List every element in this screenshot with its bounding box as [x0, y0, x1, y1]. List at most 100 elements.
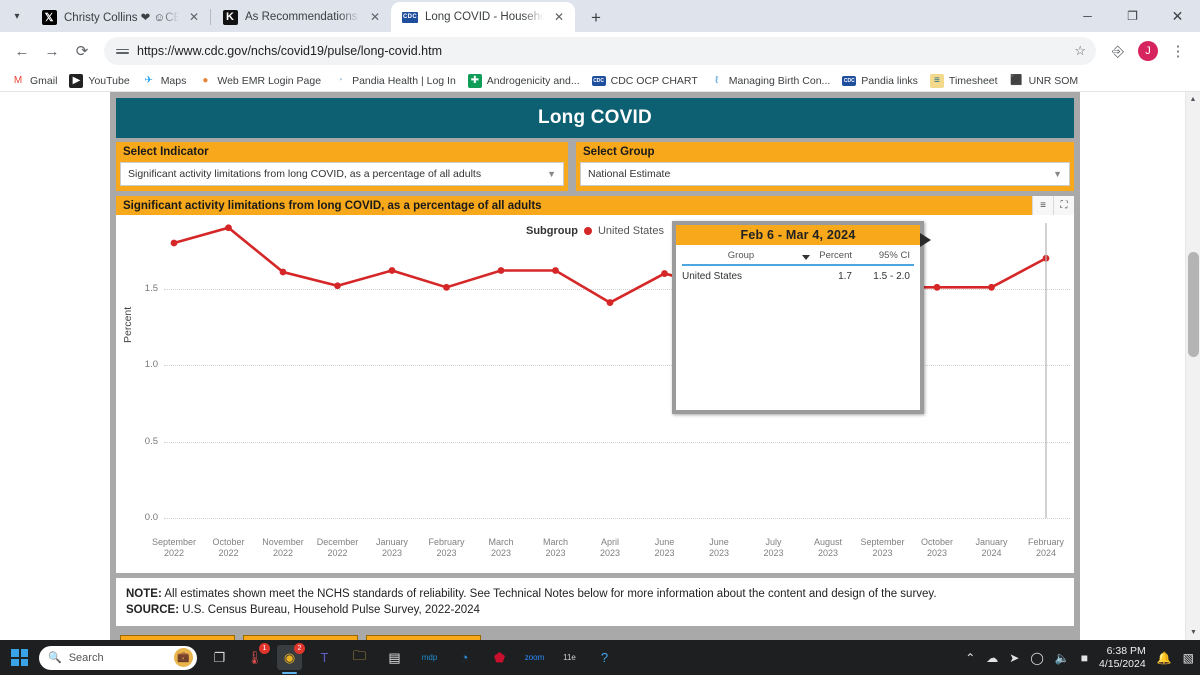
tab-close-icon[interactable]: ✕ — [551, 10, 567, 24]
chrome-menu-icon[interactable]: ⋮ — [1164, 37, 1192, 65]
windows-start-icon[interactable] — [11, 649, 28, 666]
chrome-icon[interactable]: ◉ 2 — [277, 643, 305, 674]
list-menu-icon[interactable]: ≡ — [1032, 196, 1053, 215]
speaker-icon[interactable]: 🔈 — [1055, 651, 1070, 665]
bookmark-star-icon[interactable]: ☆ — [1074, 43, 1086, 59]
select-indicator-dropdown[interactable]: Significant activity limitations from lo… — [120, 162, 564, 186]
profile-avatar[interactable]: J — [1134, 37, 1162, 65]
bookmark-label: Pandia links — [861, 74, 918, 87]
minimize-button[interactable]: ─ — [1065, 0, 1110, 32]
browser-tab-1[interactable]: 𝕏 Christy Collins ❤ ☺CEASEFIR ✕ — [30, 2, 210, 32]
chevron-down-icon[interactable]: ▼ — [1053, 169, 1062, 179]
tooltip-pointer-icon — [920, 233, 931, 247]
reload-icon[interactable]: ⟳ — [68, 37, 96, 65]
mdp-app-icon[interactable]: mdp — [417, 645, 442, 670]
note-text: All estimates shown meet the NCHS standa… — [161, 588, 937, 600]
bookmark-item[interactable]: CDC Pandia links — [837, 73, 923, 89]
youtube-icon: ▶ — [69, 73, 84, 88]
expand-icon[interactable]: ⛶ — [1053, 196, 1074, 215]
wifi-icon[interactable]: ◯ — [1030, 651, 1043, 665]
bookmark-item[interactable]: ≡ Timesheet — [925, 72, 1003, 90]
tooltip-cell-group: United States — [682, 271, 743, 282]
colorful-app-icon[interactable]: ▧ — [1183, 651, 1194, 665]
scrollbar-thumb[interactable] — [1188, 252, 1199, 357]
chevron-down-icon[interactable]: ▼ — [547, 169, 556, 179]
bookmark-item[interactable]: ● Web EMR Login Page — [193, 72, 326, 90]
cdc-logo-icon: CDC — [402, 9, 418, 25]
briefcase-icon[interactable]: 💼 — [174, 648, 193, 667]
bookmark-item[interactable]: ✚ Androgenicity and... — [463, 72, 585, 90]
browser-window: ▾ 𝕏 Christy Collins ❤ ☺CEASEFIR ✕ K As R… — [0, 0, 1200, 640]
mcafee-icon[interactable]: ⬟ — [487, 645, 512, 670]
bookmark-item[interactable]: ✈ Maps — [137, 72, 192, 90]
cdc-dashboard: Long COVID Select Indicator Significant … — [110, 92, 1080, 640]
tab-close-icon[interactable]: ✕ — [186, 10, 202, 24]
bell-icon[interactable]: 🔔 — [1157, 651, 1172, 665]
thermometer-app-icon[interactable]: 🌡 1 — [242, 643, 270, 670]
scroll-down-icon[interactable]: ▼ — [1186, 625, 1200, 640]
chart-card: Significant activity limitations from lo… — [116, 196, 1074, 573]
windows-taskbar: 🔍 Search 💼 ❐ 🌡 1 ◉ 2 T 🗀 ▤ mdp ◔ ⬟ zoom 11e? ⌃ ☁ ➤ ◯… — [0, 640, 1200, 675]
source-line: SOURCE: U.S. Census Bureau, Household Pu… — [126, 602, 1064, 618]
bookmark-label: Web EMR Login Page — [217, 74, 322, 87]
maximize-button[interactable]: ❐ — [1110, 0, 1155, 32]
chart-title: Significant activity limitations from lo… — [123, 199, 542, 212]
tooltip-header-row: Group Percent 95% CI — [676, 245, 920, 263]
page-scrollbar[interactable]: ▲ ▼ — [1185, 92, 1200, 640]
select-group-card: Select Group National Estimate ▼ — [576, 142, 1074, 191]
new-tab-button[interactable]: + — [583, 8, 609, 28]
battery-icon[interactable]: ■ — [1081, 651, 1088, 665]
extensions-icon[interactable]: ⎆ — [1104, 37, 1132, 65]
microsoft-store-icon[interactable]: ▤ — [382, 645, 407, 670]
site-settings-icon[interactable] — [116, 48, 129, 54]
tab-search-chevron-icon[interactable]: ▾ — [4, 2, 30, 30]
bookmark-item[interactable]: ⬛ UNR SOM — [1005, 72, 1084, 90]
clock-date: 4/15/2024 — [1098, 657, 1146, 670]
select-group-dropdown[interactable]: National Estimate ▼ — [580, 162, 1070, 186]
bookmark-label: Pandia Health | Log In — [352, 74, 456, 87]
location-arrow-icon[interactable]: ➤ — [1009, 651, 1019, 665]
x-axis-tick: September 2023 — [860, 537, 905, 558]
bookmark-item[interactable]: ◔ Pandia Health | Log In — [328, 72, 461, 90]
x-axis-tick: April 2023 — [599, 537, 621, 558]
bookmark-item[interactable]: CDC CDC OCP CHART — [587, 73, 703, 89]
bookmark-item[interactable]: M Gmail — [6, 72, 62, 90]
forward-icon[interactable]: → — [38, 37, 66, 65]
tray-chevron-icon[interactable]: ⌃ — [965, 651, 975, 665]
browser-toolbar: ← → ⟳ https://www.cdc.gov/nchs/covid19/p… — [0, 32, 1200, 70]
back-icon[interactable]: ← — [8, 37, 36, 65]
tooltip-col-group: Group — [727, 250, 755, 261]
x-axis-tick: March 2023 — [488, 537, 514, 558]
page-title: Long COVID — [116, 98, 1074, 138]
taskbar-clock[interactable]: 6:38 PM 4/15/2024 — [1099, 645, 1146, 671]
tab-close-icon[interactable]: ✕ — [367, 10, 383, 24]
edge-icon[interactable]: ◔ — [452, 645, 477, 670]
globe-icon: ● — [198, 73, 213, 88]
bookmark-item[interactable]: ℓ Managing Birth Con... — [705, 72, 836, 90]
x-axis-tick: June 2023 — [654, 537, 675, 558]
file-explorer-icon[interactable]: 🗀 — [347, 645, 372, 670]
taskbar-search[interactable]: 🔍 Search 💼 — [39, 645, 197, 670]
sheets-icon: ✚ — [467, 73, 482, 88]
teams-icon[interactable]: T — [312, 645, 337, 670]
onedrive-icon[interactable]: ☁ — [986, 651, 998, 665]
browser-tab-2[interactable]: K As Recommendations for Isolat ✕ — [211, 2, 391, 32]
task-view-icon[interactable]: ❐ — [207, 645, 232, 670]
x-axis-tick: August 2023 — [813, 537, 843, 558]
x-axis-tick: October 2023 — [920, 537, 953, 558]
bookmark-label: Managing Birth Con... — [728, 74, 831, 87]
browser-tab-3-active[interactable]: CDC Long COVID - Household Pulse ✕ — [391, 2, 575, 32]
note-label: NOTE: — [126, 588, 162, 600]
close-window-button[interactable]: ✕ — [1155, 0, 1200, 32]
scroll-up-icon[interactable]: ▲ — [1186, 92, 1200, 107]
x-axis-tick: January 2024 — [975, 537, 1008, 558]
page-viewport: Long COVID Select Indicator Significant … — [0, 92, 1200, 640]
chart-plot-area: Subgroup United States Percent 0.0 0.5 1.0… — [116, 215, 1074, 535]
help-icon[interactable]: ? — [592, 645, 617, 670]
address-bar[interactable]: https://www.cdc.gov/nchs/covid19/pulse/l… — [104, 37, 1096, 65]
selector-row: Select Indicator Significant activity li… — [116, 142, 1074, 191]
zoom-icon[interactable]: zoom — [522, 645, 547, 670]
bookmark-label: UNR SOM — [1028, 74, 1079, 87]
11e-app-icon[interactable]: 11e — [557, 645, 582, 670]
bookmark-item[interactable]: ▶ YouTube — [64, 72, 134, 90]
